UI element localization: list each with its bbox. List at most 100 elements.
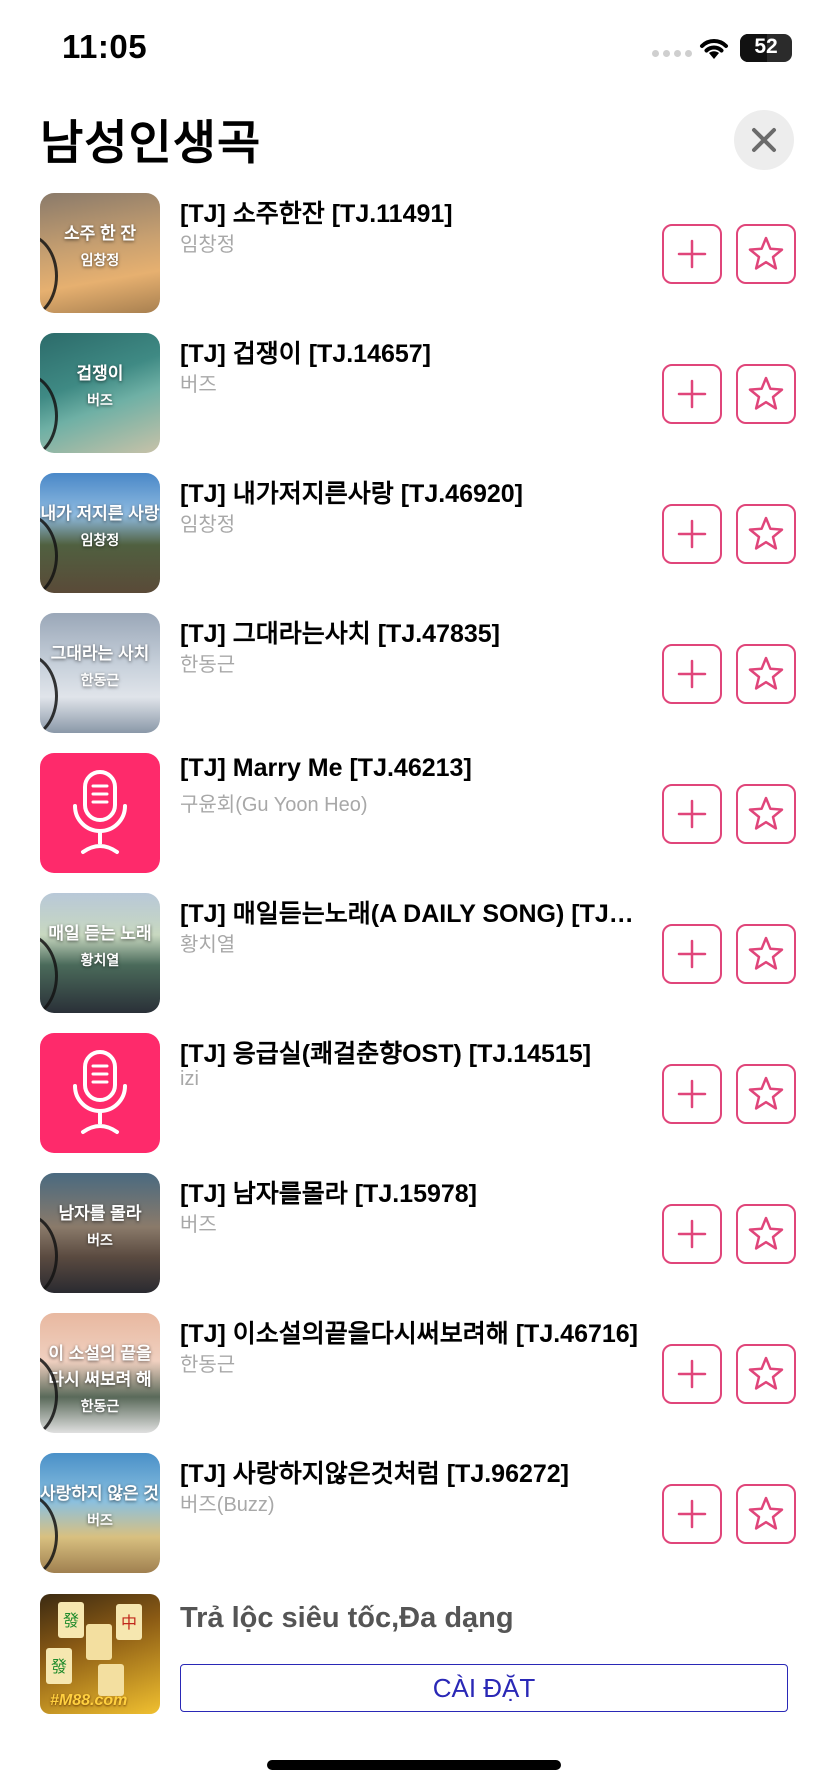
song-title: [TJ] 겁쟁이 [TJ.14657] — [180, 340, 432, 368]
cellular-signal-icon — [652, 50, 692, 57]
plus-icon — [677, 799, 707, 829]
cover-artist: 임창정 — [80, 252, 120, 268]
favorite-button[interactable] — [736, 1344, 796, 1404]
favorite-button[interactable] — [736, 1484, 796, 1544]
song-row[interactable]: 남자를 몰라 버즈 [TJ] 남자를몰라 [TJ.15978] 버즈 — [0, 1170, 828, 1310]
favorite-button[interactable] — [736, 1204, 796, 1264]
cover-title: 사랑하지 않은 것 처럼 — [40, 1484, 159, 1503]
page-title: 남성인생곡 — [40, 116, 262, 169]
status-time: 11:05 — [62, 28, 148, 65]
favorite-button[interactable] — [736, 924, 796, 984]
star-icon — [748, 1076, 784, 1110]
song-artist: 버즈 — [180, 1214, 217, 1236]
cover-title: 이 소설의 끝을 다시 써보려 해 — [48, 1344, 152, 1389]
star-icon — [748, 656, 784, 690]
svg-text:中: 中 — [121, 1613, 137, 1632]
cover-caption: 사랑하지 않은 것 처럼버즈 — [40, 1481, 160, 1533]
cover-caption: 내가 저지른 사랑 임창정 — [40, 501, 160, 553]
cover-caption: 매일 듣는 노래황치열 — [40, 921, 160, 973]
song-list: 소주 한 잔 임창정 [TJ] 소주한잔 [TJ.11491] 임창정 겁쟁이 버즈 [TJ… — [0, 190, 828, 1590]
cover-title: 소주 한 잔 — [63, 224, 136, 243]
cover-caption: 그대라는 사치 한동근 — [40, 641, 160, 693]
microphone-icon — [73, 770, 127, 854]
song-row[interactable]: 내가 저지른 사랑 임창정 [TJ] 내가저지른사랑 [TJ.46920] 임창정 — [0, 470, 828, 610]
microphone-icon — [73, 1050, 127, 1134]
add-to-queue-button[interactable] — [662, 784, 722, 844]
add-to-queue-button[interactable] — [662, 504, 722, 564]
song-row[interactable]: 매일 듣는 노래황치열 [TJ] 매일듣는노래(A DAILY SONG) [TJ… — [0, 890, 828, 1030]
star-icon — [748, 516, 784, 550]
song-cover: 남자를 몰라버즈 — [40, 1173, 160, 1293]
song-title: [TJ] 응급실(쾌걸춘향OST) [TJ.14515] — [180, 1040, 592, 1068]
favorite-button[interactable] — [736, 644, 796, 704]
song-artist: 버즈(Buzz) — [180, 1494, 275, 1516]
song-artist: 버즈 — [180, 374, 217, 396]
add-to-queue-button[interactable] — [662, 1344, 722, 1404]
song-artist: 한동근 — [180, 654, 236, 676]
add-to-queue-button[interactable] — [662, 644, 722, 704]
add-to-queue-button[interactable] — [662, 364, 722, 424]
ad-install-button[interactable]: CÀI ĐẶT — [180, 1664, 788, 1712]
favorite-button[interactable] — [736, 784, 796, 844]
song-row[interactable]: 사랑하지 않은 것 처럼버즈 [TJ] 사랑하지않은것처럼 [TJ.96272] 버… — [0, 1450, 828, 1590]
cover-caption: 소주 한 잔임창정 — [40, 221, 160, 273]
song-title: [TJ] 이소설의끝을다시써보려해 [TJ.46716] — [180, 1320, 639, 1348]
ad-banner[interactable]: 發 中 發 #M88.com Trả lộc siêu tốc,Đa dạng … — [0, 1594, 828, 1724]
cover-artist: 임창정 — [80, 532, 120, 548]
star-icon — [748, 236, 784, 270]
battery-level: 52 — [754, 35, 778, 58]
cover-caption: 남자를 몰라버즈 — [40, 1201, 160, 1253]
close-icon — [752, 128, 776, 152]
favorite-button[interactable] — [736, 1064, 796, 1124]
song-title: [TJ] 사랑하지않은것처럼 [TJ.96272] — [180, 1460, 570, 1488]
song-row[interactable]: 그대라는 사치 한동근 [TJ] 그대라는사치 [TJ.47835] 한동근 — [0, 610, 828, 750]
song-row[interactable]: 겁쟁이 버즈 [TJ] 겁쟁이 [TJ.14657] 버즈 — [0, 330, 828, 470]
cover-artist: 황치열 — [80, 952, 120, 968]
close-button[interactable] — [734, 110, 794, 170]
song-title: [TJ] 매일듣는노래(A DAILY SONG) [TJ.… — [180, 900, 640, 928]
plus-icon — [677, 379, 707, 409]
song-cover — [40, 753, 160, 873]
cover-artist: 한동근 — [80, 1398, 120, 1414]
song-row[interactable]: [TJ] 응급실(쾌걸춘향OST) [TJ.14515] izi — [0, 1030, 828, 1170]
plus-icon — [677, 1499, 707, 1529]
cover-artist: 한동근 — [80, 672, 120, 688]
song-cover: 내가 저지른 사랑 임창정 — [40, 473, 160, 593]
add-to-queue-button[interactable] — [662, 1064, 722, 1124]
star-icon — [748, 1216, 784, 1250]
song-title: [TJ] 그대라는사치 [TJ.47835] — [180, 620, 501, 648]
add-to-queue-button[interactable] — [662, 924, 722, 984]
song-row[interactable]: 소주 한 잔임창정 [TJ] 소주한잔 [TJ.11491] 임창정 — [0, 190, 828, 330]
favorite-button[interactable] — [736, 504, 796, 564]
star-icon — [748, 796, 784, 830]
star-icon — [748, 1356, 784, 1390]
song-cover: 매일 듣는 노래황치열 — [40, 893, 160, 1013]
cover-artist: 버즈 — [87, 1232, 113, 1248]
favorite-button[interactable] — [736, 364, 796, 424]
plus-icon — [677, 1219, 707, 1249]
favorite-button[interactable] — [736, 224, 796, 284]
song-artist: 한동근 — [180, 1354, 236, 1376]
song-row[interactable]: 이 소설의 끝을 다시 써보려 해 한동근 [TJ] 이소설의끝을다시써보려해 [T… — [0, 1310, 828, 1450]
add-to-queue-button[interactable] — [662, 1204, 722, 1264]
home-indicator[interactable] — [267, 1760, 561, 1770]
plus-icon — [677, 939, 707, 969]
add-to-queue-button[interactable] — [662, 224, 722, 284]
song-artist: 임창정 — [180, 514, 236, 536]
song-title: [TJ] 소주한잔 [TJ.11491] — [180, 200, 453, 228]
song-artist: 임창정 — [180, 234, 236, 256]
cover-title: 매일 듣는 노래 — [48, 924, 152, 943]
ad-image: 發 中 發 #M88.com — [40, 1594, 160, 1714]
cover-artist: 버즈 — [87, 392, 113, 408]
svg-text:發: 發 — [51, 1657, 67, 1676]
cover-title: 남자를 몰라 — [58, 1204, 142, 1223]
add-to-queue-button[interactable] — [662, 1484, 722, 1544]
song-artist: 황치열 — [180, 934, 236, 956]
cover-caption: 이 소설의 끝을 다시 써보려 해한동근 — [40, 1341, 160, 1419]
wifi-icon — [700, 39, 728, 59]
song-cover: 그대라는 사치 한동근 — [40, 613, 160, 733]
song-row[interactable]: [TJ] Marry Me [TJ.46213] 구윤회(Gu Yoon Heo) — [0, 750, 828, 890]
plus-icon — [677, 1079, 707, 1109]
song-cover: 이 소설의 끝을 다시 써보려 해한동근 — [40, 1313, 160, 1433]
battery-icon: 52 — [740, 34, 792, 62]
